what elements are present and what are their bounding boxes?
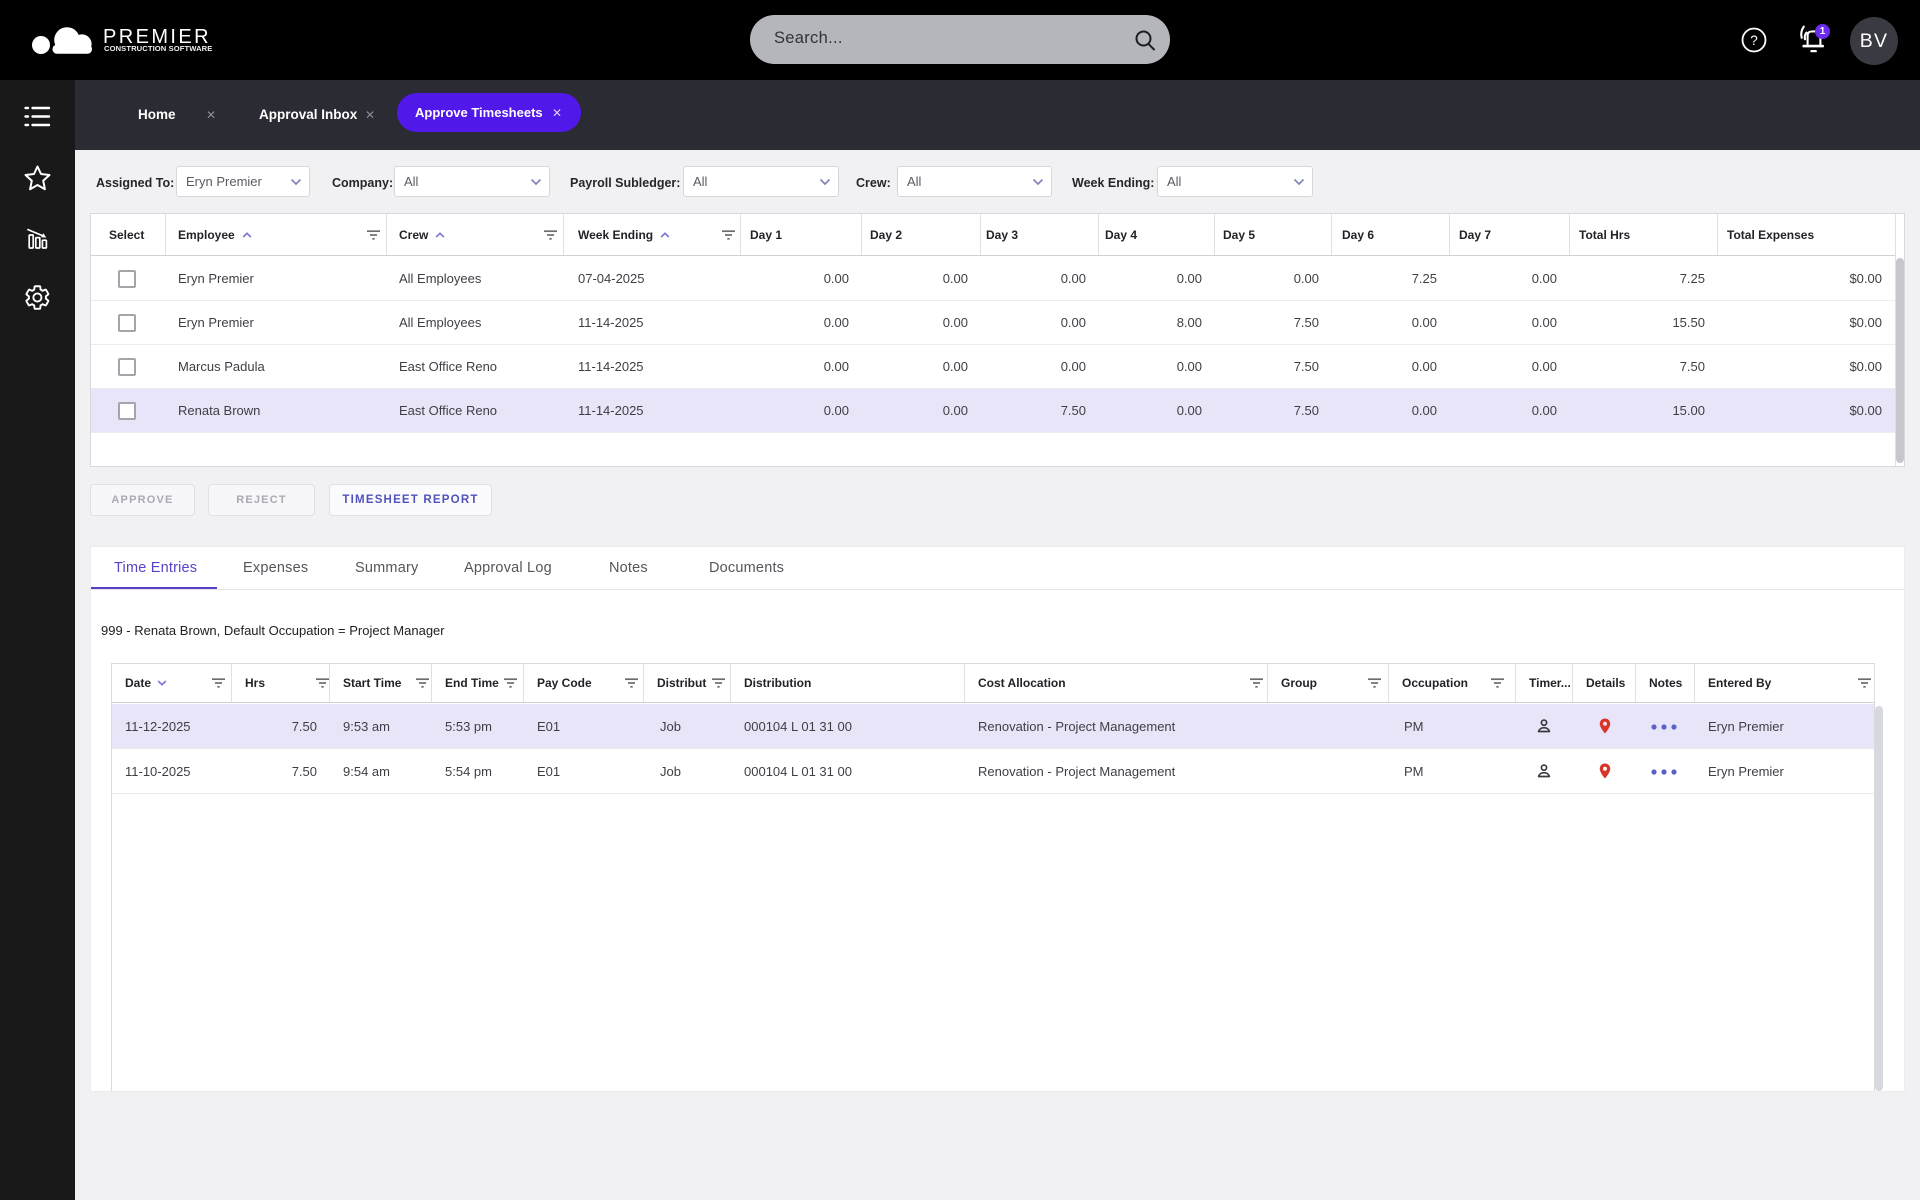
svg-text:?: ? [1750,33,1758,48]
